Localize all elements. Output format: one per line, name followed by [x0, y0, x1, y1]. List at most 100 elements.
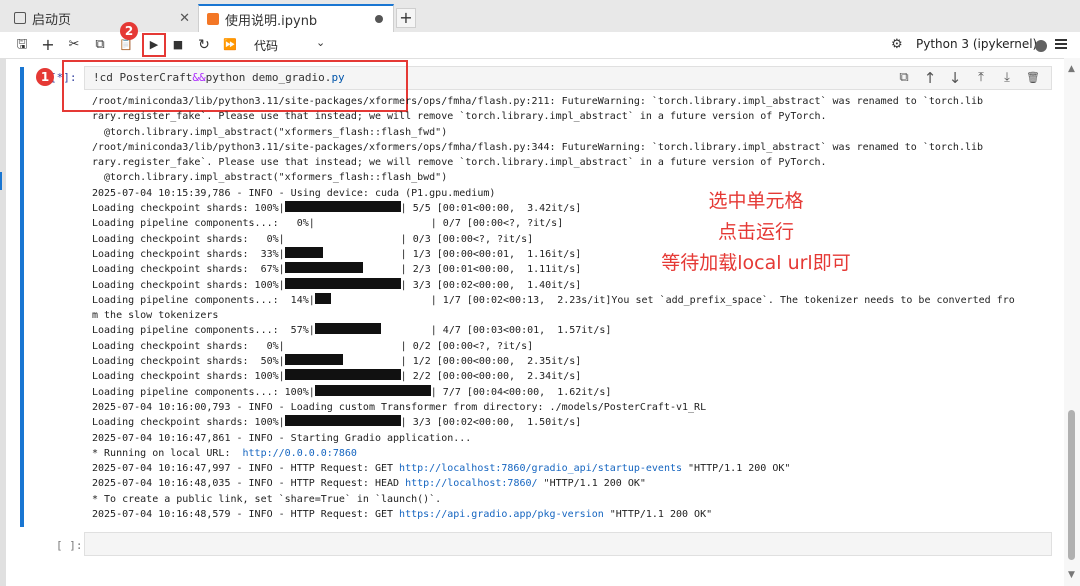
- insert-above-icon[interactable]: ⤒: [973, 70, 989, 86]
- progress-label: Loading checkpoint shards: 50%|: [92, 356, 285, 368]
- stop-button[interactable]: ■: [168, 36, 188, 54]
- localhost-link[interactable]: http://localhost:7860/: [405, 478, 537, 489]
- startup-events-link[interactable]: http://localhost:7860/gradio_api/startup…: [399, 463, 682, 474]
- progress-label: Loading pipeline components...: 57%|: [92, 325, 315, 337]
- save-icon[interactable]: 🖫: [12, 36, 32, 54]
- step-badge-2: 2: [120, 22, 138, 40]
- progress-stats: | 0/2 [00:00<?, ?it/s]: [400, 340, 534, 352]
- kernel-status-icon: [1035, 40, 1047, 52]
- instruction-annotation: 选中单元格 点击运行 等待加载local url即可: [632, 186, 880, 279]
- progress-label: Loading checkpoint shards: 0%|: [92, 340, 285, 352]
- run-button-highlight: [142, 33, 166, 57]
- left-sidebar-strip: [0, 58, 6, 586]
- progress-label: Loading checkpoint shards: 100%|: [92, 279, 285, 291]
- tab-notebook[interactable]: 使用说明.ipynb: [198, 4, 394, 32]
- insert-cell-button[interactable]: +: [38, 36, 58, 54]
- output-line: * To create a public link, set `share=Tr…: [92, 493, 442, 505]
- progress-label: Loading pipeline components...: 14%|: [92, 294, 315, 306]
- insert-below-icon[interactable]: ⤓: [999, 70, 1015, 86]
- progress-stats: | 1/3 [00:00<00:01, 1.16it/s]: [400, 248, 582, 260]
- progress-group: Loading checkpoint shards: 100%| | 3/3 [0…: [92, 415, 1052, 430]
- new-tab-button[interactable]: +: [396, 8, 416, 28]
- local-url-link[interactable]: http://0.0.0.0:7860: [243, 448, 357, 459]
- progress-bar-fill: [284, 246, 323, 258]
- run-all-button[interactable]: ⏩: [220, 36, 240, 54]
- debugger-icon[interactable]: ⚙: [891, 37, 903, 52]
- cut-icon[interactable]: ✂: [64, 36, 84, 54]
- progress-stats: | 3/3 [00:02<00:00, 1.50it/s]: [400, 417, 582, 429]
- active-cell-indicator: [20, 67, 24, 527]
- progress-bar-empty: [315, 216, 431, 227]
- output-line: * Running on local URL: http://0.0.0.0:7…: [92, 446, 1052, 461]
- output-line: m the slow tokenizers: [92, 310, 219, 322]
- progress-bar-empty: [331, 293, 431, 304]
- progress-line: Loading checkpoint shards: 0%| | 0/2 [00:…: [92, 339, 1052, 354]
- unsaved-dot-icon[interactable]: [375, 15, 383, 23]
- tab-close-icon[interactable]: ✕: [179, 11, 190, 26]
- cell-output: /root/miniconda3/lib/python3.11/site-pac…: [92, 94, 1052, 522]
- output-line: @torch.library.impl_abstract("xformers_f…: [92, 172, 448, 184]
- notebook-icon: [207, 13, 219, 25]
- move-up-icon[interactable]: ↑: [922, 70, 938, 86]
- progress-stats: | 2/2 [00:00<00:00, 2.34it/s]: [400, 371, 582, 383]
- progress-bar-empty: [381, 323, 431, 334]
- scroll-down-icon[interactable]: ▼: [1068, 570, 1075, 580]
- output-line: @torch.library.impl_abstract("xformers_f…: [92, 126, 448, 138]
- progress-label: Loading pipeline components...: 100%|: [92, 386, 315, 398]
- output-line: 2025-07-04 10:16:48,035 - INFO - HTTP Re…: [92, 476, 1052, 491]
- output-line: 2025-07-04 10:16:47,861 - INFO - Startin…: [92, 432, 472, 444]
- output-line: 2025-07-04 10:15:39,786 - INFO - Using d…: [92, 187, 496, 199]
- kernel-name[interactable]: Python 3 (ipykernel): [916, 37, 1037, 51]
- delete-icon[interactable]: 🗑: [1025, 70, 1041, 86]
- step-badge-1: 1: [36, 68, 54, 86]
- progress-label: Loading checkpoint shards: 33%|: [92, 248, 285, 260]
- pkg-version-link[interactable]: https://api.gradio.app/pkg-version: [399, 509, 604, 520]
- move-down-icon[interactable]: ↓: [947, 70, 963, 86]
- progress-line: Loading checkpoint shards: 50%| | 1/2 [00…: [92, 354, 1052, 369]
- progress-stats: | 0/7 [00:00<?, ?it/s]: [430, 218, 564, 230]
- progress-bar-fill: [284, 201, 401, 213]
- log-text: 2025-07-04 10:16:47,997 - INFO - HTTP Re…: [92, 463, 400, 475]
- progress-bar-empty: [285, 339, 401, 350]
- restart-button[interactable]: ↻: [194, 36, 214, 54]
- copy-icon[interactable]: ⧉: [90, 36, 110, 54]
- progress-label: Loading checkpoint shards: 0%|: [92, 233, 285, 245]
- progress-line: Loading checkpoint shards: 33%| | 1/3 [00…: [92, 246, 1052, 262]
- tab-launcher-label: 启动页: [32, 12, 72, 28]
- empty-code-cell-input[interactable]: [84, 532, 1052, 556]
- tab-launcher[interactable]: 启动页 ✕: [8, 4, 198, 32]
- empty-cell-prompt: [ ]:: [56, 539, 83, 552]
- progress-stats: | 0/3 [00:00<?, ?it/s]: [400, 233, 534, 245]
- progress-stats: | 3/3 [00:02<00:00, 1.40it/s]: [400, 279, 582, 291]
- progress-label: Loading checkpoint shards: 100%|: [92, 417, 285, 429]
- progress-bar-fill: [284, 415, 401, 427]
- log-text: 2025-07-04 10:16:48,035 - INFO - HTTP Re…: [92, 478, 406, 490]
- progress-bar-fill: [284, 262, 363, 274]
- running-label: * Running on local URL:: [92, 447, 243, 459]
- log-text: 2025-07-04 10:16:48,579 - INFO - HTTP Re…: [92, 509, 400, 521]
- scrollbar-thumb[interactable]: [1068, 410, 1075, 560]
- annotation-line: 选中单元格: [708, 190, 804, 212]
- cell-type-select[interactable]: 代码: [254, 37, 278, 54]
- tab-bar: 启动页 ✕ 使用说明.ipynb +: [0, 0, 1080, 33]
- progress-stats: | 7/7 [00:04<00:00, 1.62it/s]: [430, 386, 612, 398]
- progress-bar-fill: [284, 277, 401, 289]
- annotation-line: 点击运行: [717, 221, 794, 243]
- annotation-line: 等待加载local url即可: [661, 252, 851, 274]
- output-line: rary.register_fake`. Please use that ins…: [92, 157, 827, 169]
- chevron-down-icon[interactable]: ⌄: [316, 36, 325, 49]
- menu-icon[interactable]: [1055, 37, 1069, 51]
- progress-line: Loading checkpoint shards: 100%| | 3/3 [0…: [92, 415, 1052, 430]
- progress-bar-fill: [284, 354, 343, 366]
- log-text: "HTTP/1.1 200 OK": [537, 478, 646, 490]
- progress-line: Loading pipeline components...: 57%| | 4/…: [92, 323, 1052, 338]
- scroll-up-icon[interactable]: ▲: [1068, 64, 1075, 74]
- progress-stats: | 2/3 [00:01<00:00, 1.11it/s]: [400, 264, 582, 276]
- duplicate-icon[interactable]: ⧉: [896, 70, 912, 86]
- launcher-icon: [14, 12, 26, 24]
- output-line: 2025-07-04 10:16:47,997 - INFO - HTTP Re…: [92, 461, 1052, 476]
- tab-notebook-label: 使用说明.ipynb: [225, 13, 318, 29]
- progress-bar-empty: [363, 262, 401, 273]
- progress-bar-fill: [314, 384, 431, 396]
- output-line: 2025-07-04 10:16:48,579 - INFO - HTTP Re…: [92, 507, 1052, 522]
